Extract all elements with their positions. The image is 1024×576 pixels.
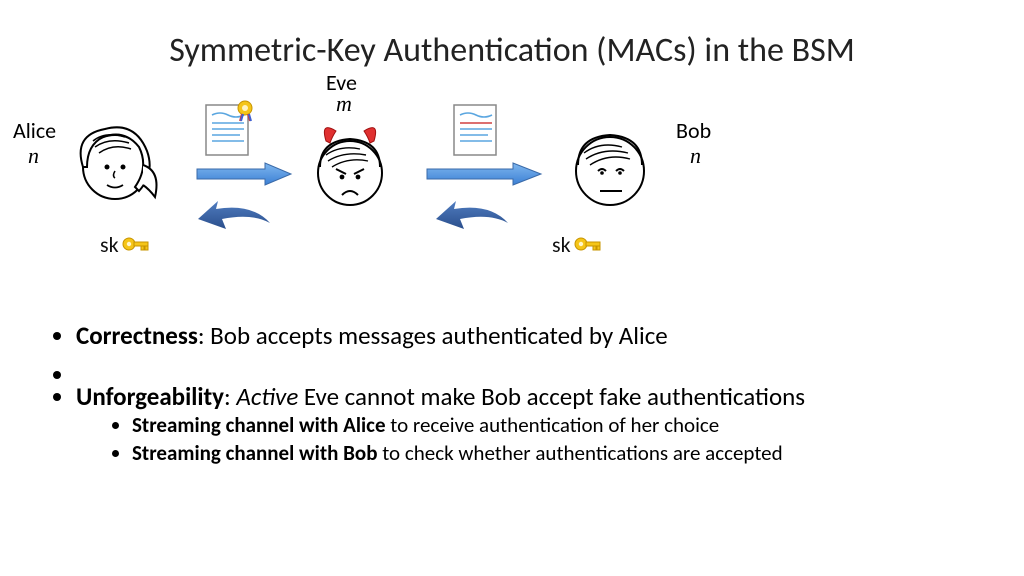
text: : Bob accepts messages authenticated by … xyxy=(198,320,668,351)
sk-label-bob: sk xyxy=(552,231,603,258)
eve-var: m xyxy=(336,91,352,117)
sub-bullet: Streaming channel with Bob to check whet… xyxy=(132,440,805,466)
bullet-correctness: Correctness: Bob accepts messages authen… xyxy=(76,320,805,351)
sub-term: Streaming channel with Alice xyxy=(132,412,386,438)
colon: : xyxy=(224,381,236,412)
active: Active xyxy=(236,381,298,412)
bob-label: Bob xyxy=(676,117,711,144)
bullet-list: Correctness: Bob accepts messages authen… xyxy=(56,320,805,474)
eve-face-icon xyxy=(302,117,398,217)
sub-term: Streaming channel with Bob xyxy=(132,440,377,466)
sub-rest: to check whether authentications are acc… xyxy=(377,440,782,466)
sk-text: sk xyxy=(100,231,119,258)
term: Correctness xyxy=(76,320,198,351)
term: Unforgeability xyxy=(76,381,224,412)
forged-document-icon xyxy=(448,99,504,159)
bullet-unforgeability: Unforgeability: Active Eve cannot make B… xyxy=(76,381,805,466)
key-icon xyxy=(573,232,603,258)
sk-label-alice: sk xyxy=(100,231,151,258)
rest: Eve cannot make Bob accept fake authenti… xyxy=(298,381,805,412)
arrow-right-icon xyxy=(195,159,295,189)
arrow-right-icon xyxy=(425,159,545,189)
slide-title: Symmetric-Key Authentication (MACs) in t… xyxy=(0,0,1024,71)
sub-rest: to receive authentication of her choice xyxy=(386,412,720,438)
signed-document-icon xyxy=(200,99,256,159)
diagram-stage: Alice n Eve m Bob n xyxy=(0,77,1024,297)
curved-arrow-icon xyxy=(192,201,292,247)
bob-face-icon xyxy=(560,117,660,217)
bob-var: n xyxy=(690,143,701,169)
alice-var: n xyxy=(28,143,39,169)
key-icon xyxy=(121,232,151,258)
alice-face-icon xyxy=(65,107,165,217)
curved-arrow-icon xyxy=(430,201,530,247)
alice-label: Alice xyxy=(13,117,56,144)
sub-bullet: Streaming channel with Alice to receive … xyxy=(132,412,805,438)
sk-text: sk xyxy=(552,231,571,258)
